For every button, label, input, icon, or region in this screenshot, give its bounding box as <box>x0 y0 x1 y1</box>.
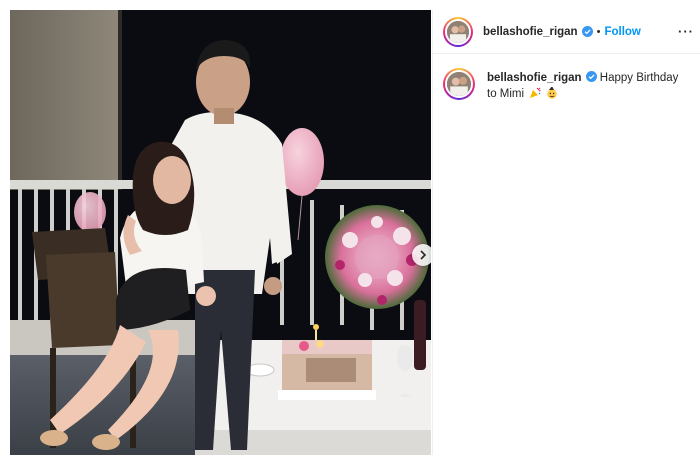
follow-button[interactable]: Follow <box>604 26 640 38</box>
caption-avatar[interactable] <box>443 68 475 100</box>
party-face-emoji-icon <box>547 87 558 99</box>
separator-dot: • <box>596 25 601 38</box>
username-link[interactable]: bellashofie_rigan <box>483 26 578 38</box>
avatar[interactable] <box>443 16 473 47</box>
caption-text: bellashofie_rigan Happy Birthday to Mimi <box>487 70 687 102</box>
party-horn-emoji-icon <box>530 87 541 98</box>
post-caption: bellashofie_rigan Happy Birthday to Mimi <box>433 54 700 102</box>
chevron-right-icon <box>420 250 427 260</box>
verified-badge-icon <box>585 71 597 82</box>
post-photo[interactable] <box>10 10 431 455</box>
instagram-post-embed: bellashofie_rigan • Follow ··· bellashof… <box>0 0 700 465</box>
post-header: bellashofie_rigan • Follow ··· <box>433 10 700 54</box>
profile-photo-icon <box>447 72 471 96</box>
verified-badge-icon <box>581 26 593 37</box>
caption-username-link[interactable]: bellashofie_rigan <box>487 72 582 84</box>
post-side-panel: bellashofie_rigan • Follow ··· bellashof… <box>432 10 700 455</box>
birthday-photo-image <box>10 10 431 455</box>
profile-photo-icon <box>447 20 469 43</box>
next-photo-button[interactable] <box>412 244 431 266</box>
more-options-icon[interactable]: ··· <box>678 24 694 39</box>
